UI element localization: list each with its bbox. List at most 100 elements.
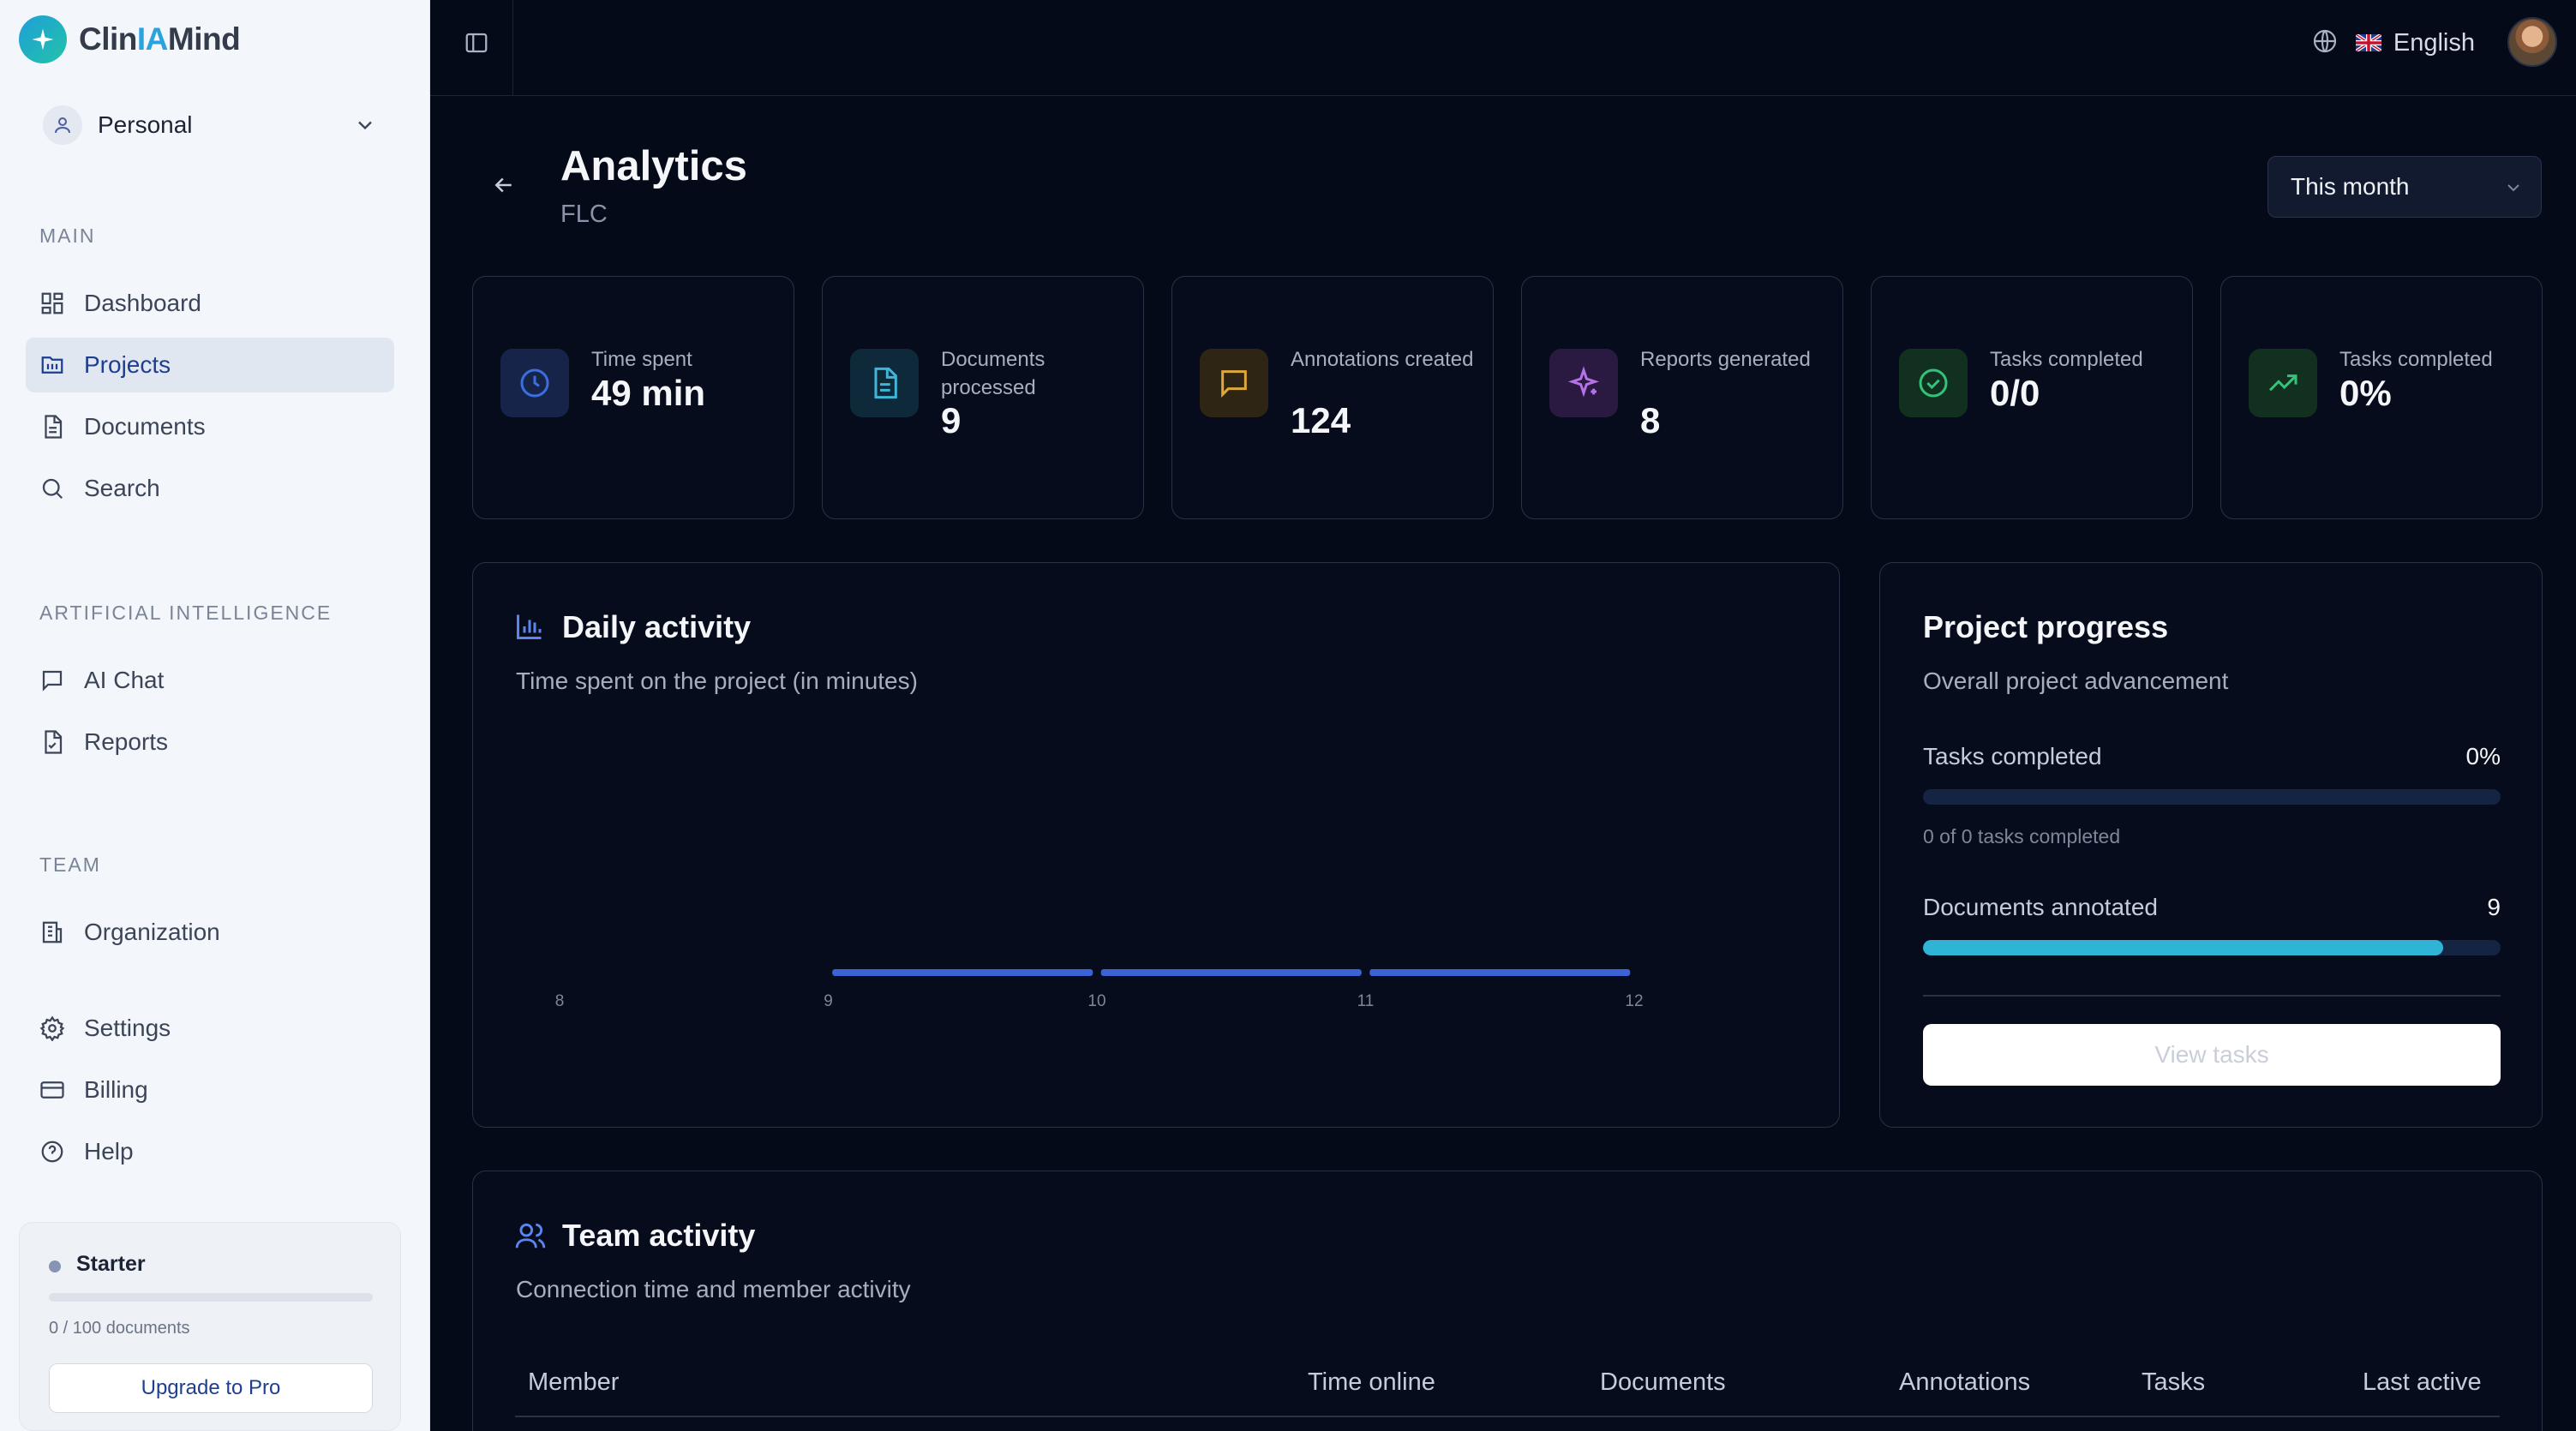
stat-value: 0/0 (1990, 373, 2040, 413)
stat-icon-svg (2268, 374, 2297, 392)
stat-label: Documents processed (941, 348, 1045, 399)
stat-value: 0% (2339, 373, 2392, 413)
stat-icon-svg (1221, 370, 1247, 398)
credit-card-icon (38, 1075, 67, 1105)
main-content: Analytics FLC This month Time spent 49 m… (430, 96, 2576, 1431)
daily-activity-card: Daily activity Time spent on the project… (472, 562, 1840, 1128)
sidebar-item-projects[interactable]: Projects (26, 338, 394, 392)
sidebar-item-ai-chat[interactable]: AI Chat (26, 653, 394, 708)
upgrade-button[interactable]: Upgrade to Pro (49, 1363, 373, 1413)
clock-icon (500, 349, 569, 417)
sidebar-item-billing[interactable]: Billing (26, 1063, 394, 1117)
language-selector[interactable]: English (2311, 26, 2475, 60)
sidebar-item-label: Settings (84, 1015, 171, 1041)
sidebar-item-label: Organization (84, 919, 220, 945)
view-tasks-button[interactable]: View tasks (1923, 1024, 2501, 1086)
sidebar-item-label: Help (84, 1138, 134, 1165)
chart-tick-label: 12 (1625, 992, 1643, 1010)
sidebar-item-help[interactable]: Help (26, 1124, 394, 1179)
section-title-main: MAIN (39, 225, 96, 247)
chevron-down-icon (353, 113, 377, 141)
back-button[interactable] (488, 171, 519, 202)
project-progress-description: Overall project advancement (1923, 668, 2229, 694)
brand[interactable]: ClinIAMind (19, 14, 241, 65)
brand-name: ClinIAMind (79, 21, 241, 57)
topbar: English (430, 0, 2576, 96)
project-progress-card: Project progress Overall project advance… (1879, 562, 2543, 1128)
stat-label: Tasks completed (2339, 348, 2493, 371)
sidebar-item-label: Billing (84, 1076, 148, 1103)
chevron-down-icon (2503, 177, 2524, 202)
chart-tick-label: 11 (1357, 992, 1375, 1010)
sidebar-toggle-button[interactable] (459, 27, 494, 62)
plan-name: Starter (76, 1252, 146, 1276)
period-label: This month (2291, 173, 2410, 200)
uk-flag-icon (2355, 34, 2381, 51)
message-square-icon (1200, 349, 1268, 417)
page-subtitle: FLC (560, 201, 608, 228)
table-header-divider (515, 1416, 2500, 1417)
section-title-ai: ARTIFICIAL INTELLIGENCE (39, 602, 332, 624)
table-header-annotations[interactable]: Annotations (1899, 1368, 2030, 1397)
sidebar-item-dashboard[interactable]: Dashboard (26, 276, 394, 331)
trending-up-icon (2249, 349, 2317, 417)
sidebar-item-settings[interactable]: Settings (26, 1001, 394, 1056)
users-icon (514, 1219, 547, 1256)
documents-progress-value: 9 (2487, 894, 2501, 920)
documents-progress-label: Documents annotated (1923, 894, 2158, 920)
stat-card-time-spent: Time spent 49 min (472, 276, 794, 519)
arrow-left-icon (491, 172, 517, 202)
chat-icon (38, 666, 67, 695)
sidebar-item-organization[interactable]: Organization (26, 905, 394, 960)
sidebar-item-label: Reports (84, 728, 169, 755)
chart-tick-label: 9 (824, 992, 833, 1010)
stat-icon-svg (520, 368, 549, 398)
projects-icon (38, 350, 67, 380)
table-header-documents[interactable]: Documents (1600, 1368, 1726, 1397)
tasks-progress-label: Tasks completed (1923, 743, 2102, 769)
tasks-progress-caption: 0 of 0 tasks completed (1923, 825, 2121, 847)
building-icon (38, 918, 67, 947)
stat-label: Reports generated (1640, 348, 1811, 371)
stat-label: Time spent (591, 348, 692, 371)
sidebar-item-documents[interactable]: Documents (26, 399, 394, 454)
stat-card-documents-processed: Documents processed 9 (822, 276, 1144, 519)
period-select[interactable]: This month (2267, 156, 2542, 218)
sidebar-item-label: Documents (84, 413, 206, 440)
stat-card-tasks-completed: Tasks completed 0/0 (1871, 276, 2193, 519)
chart-bar (832, 969, 1093, 976)
table-header-last-active[interactable]: Last active (2363, 1368, 2482, 1397)
stat-icon-svg (1567, 366, 1600, 398)
plan-card: Starter 0 / 100 documents Upgrade to Pro (19, 1222, 401, 1431)
gear-icon (38, 1014, 67, 1043)
sidebar-item-label: Dashboard (84, 290, 201, 316)
plan-usage-text: 0 / 100 documents (49, 1319, 190, 1338)
file-text-icon (850, 349, 919, 417)
user-avatar[interactable] (2507, 17, 2557, 67)
stat-value: 124 (1291, 400, 1351, 440)
sidebar-item-label: AI Chat (84, 667, 165, 693)
sidebar-item-reports[interactable]: Reports (26, 715, 394, 769)
chart-bar (1100, 969, 1362, 976)
report-icon (38, 727, 67, 757)
table-header-member[interactable]: Member (528, 1368, 619, 1397)
sidebar-item-label: Projects (84, 351, 171, 378)
app-root: ClinIAMind Personal MAIN Dashboard Proje… (0, 0, 2576, 1431)
document-icon (38, 412, 67, 441)
table-header-time-online[interactable]: Time online (1308, 1368, 1435, 1397)
card-divider (1923, 995, 2501, 997)
stat-card-tasks-completed-percent: Tasks completed 0% (2220, 276, 2543, 519)
tasks-progress-value: 0% (2465, 743, 2501, 769)
sidebar-item-search[interactable]: Search (26, 461, 394, 516)
check-circle-icon (1899, 349, 1968, 417)
stat-value: 8 (1640, 400, 1661, 440)
stat-card-annotations-created: Annotations created 124 (1171, 276, 1494, 519)
dashboard-icon (38, 289, 67, 318)
sidebar-item-label: Search (84, 475, 160, 501)
workspace-selector[interactable]: Personal (26, 101, 394, 149)
stat-icon-svg (874, 367, 897, 399)
section-title-team: TEAM (39, 853, 101, 876)
table-header-tasks[interactable]: Tasks (2142, 1368, 2205, 1397)
sparkles-icon (1549, 349, 1618, 417)
stat-label: Tasks completed (1990, 348, 2143, 371)
